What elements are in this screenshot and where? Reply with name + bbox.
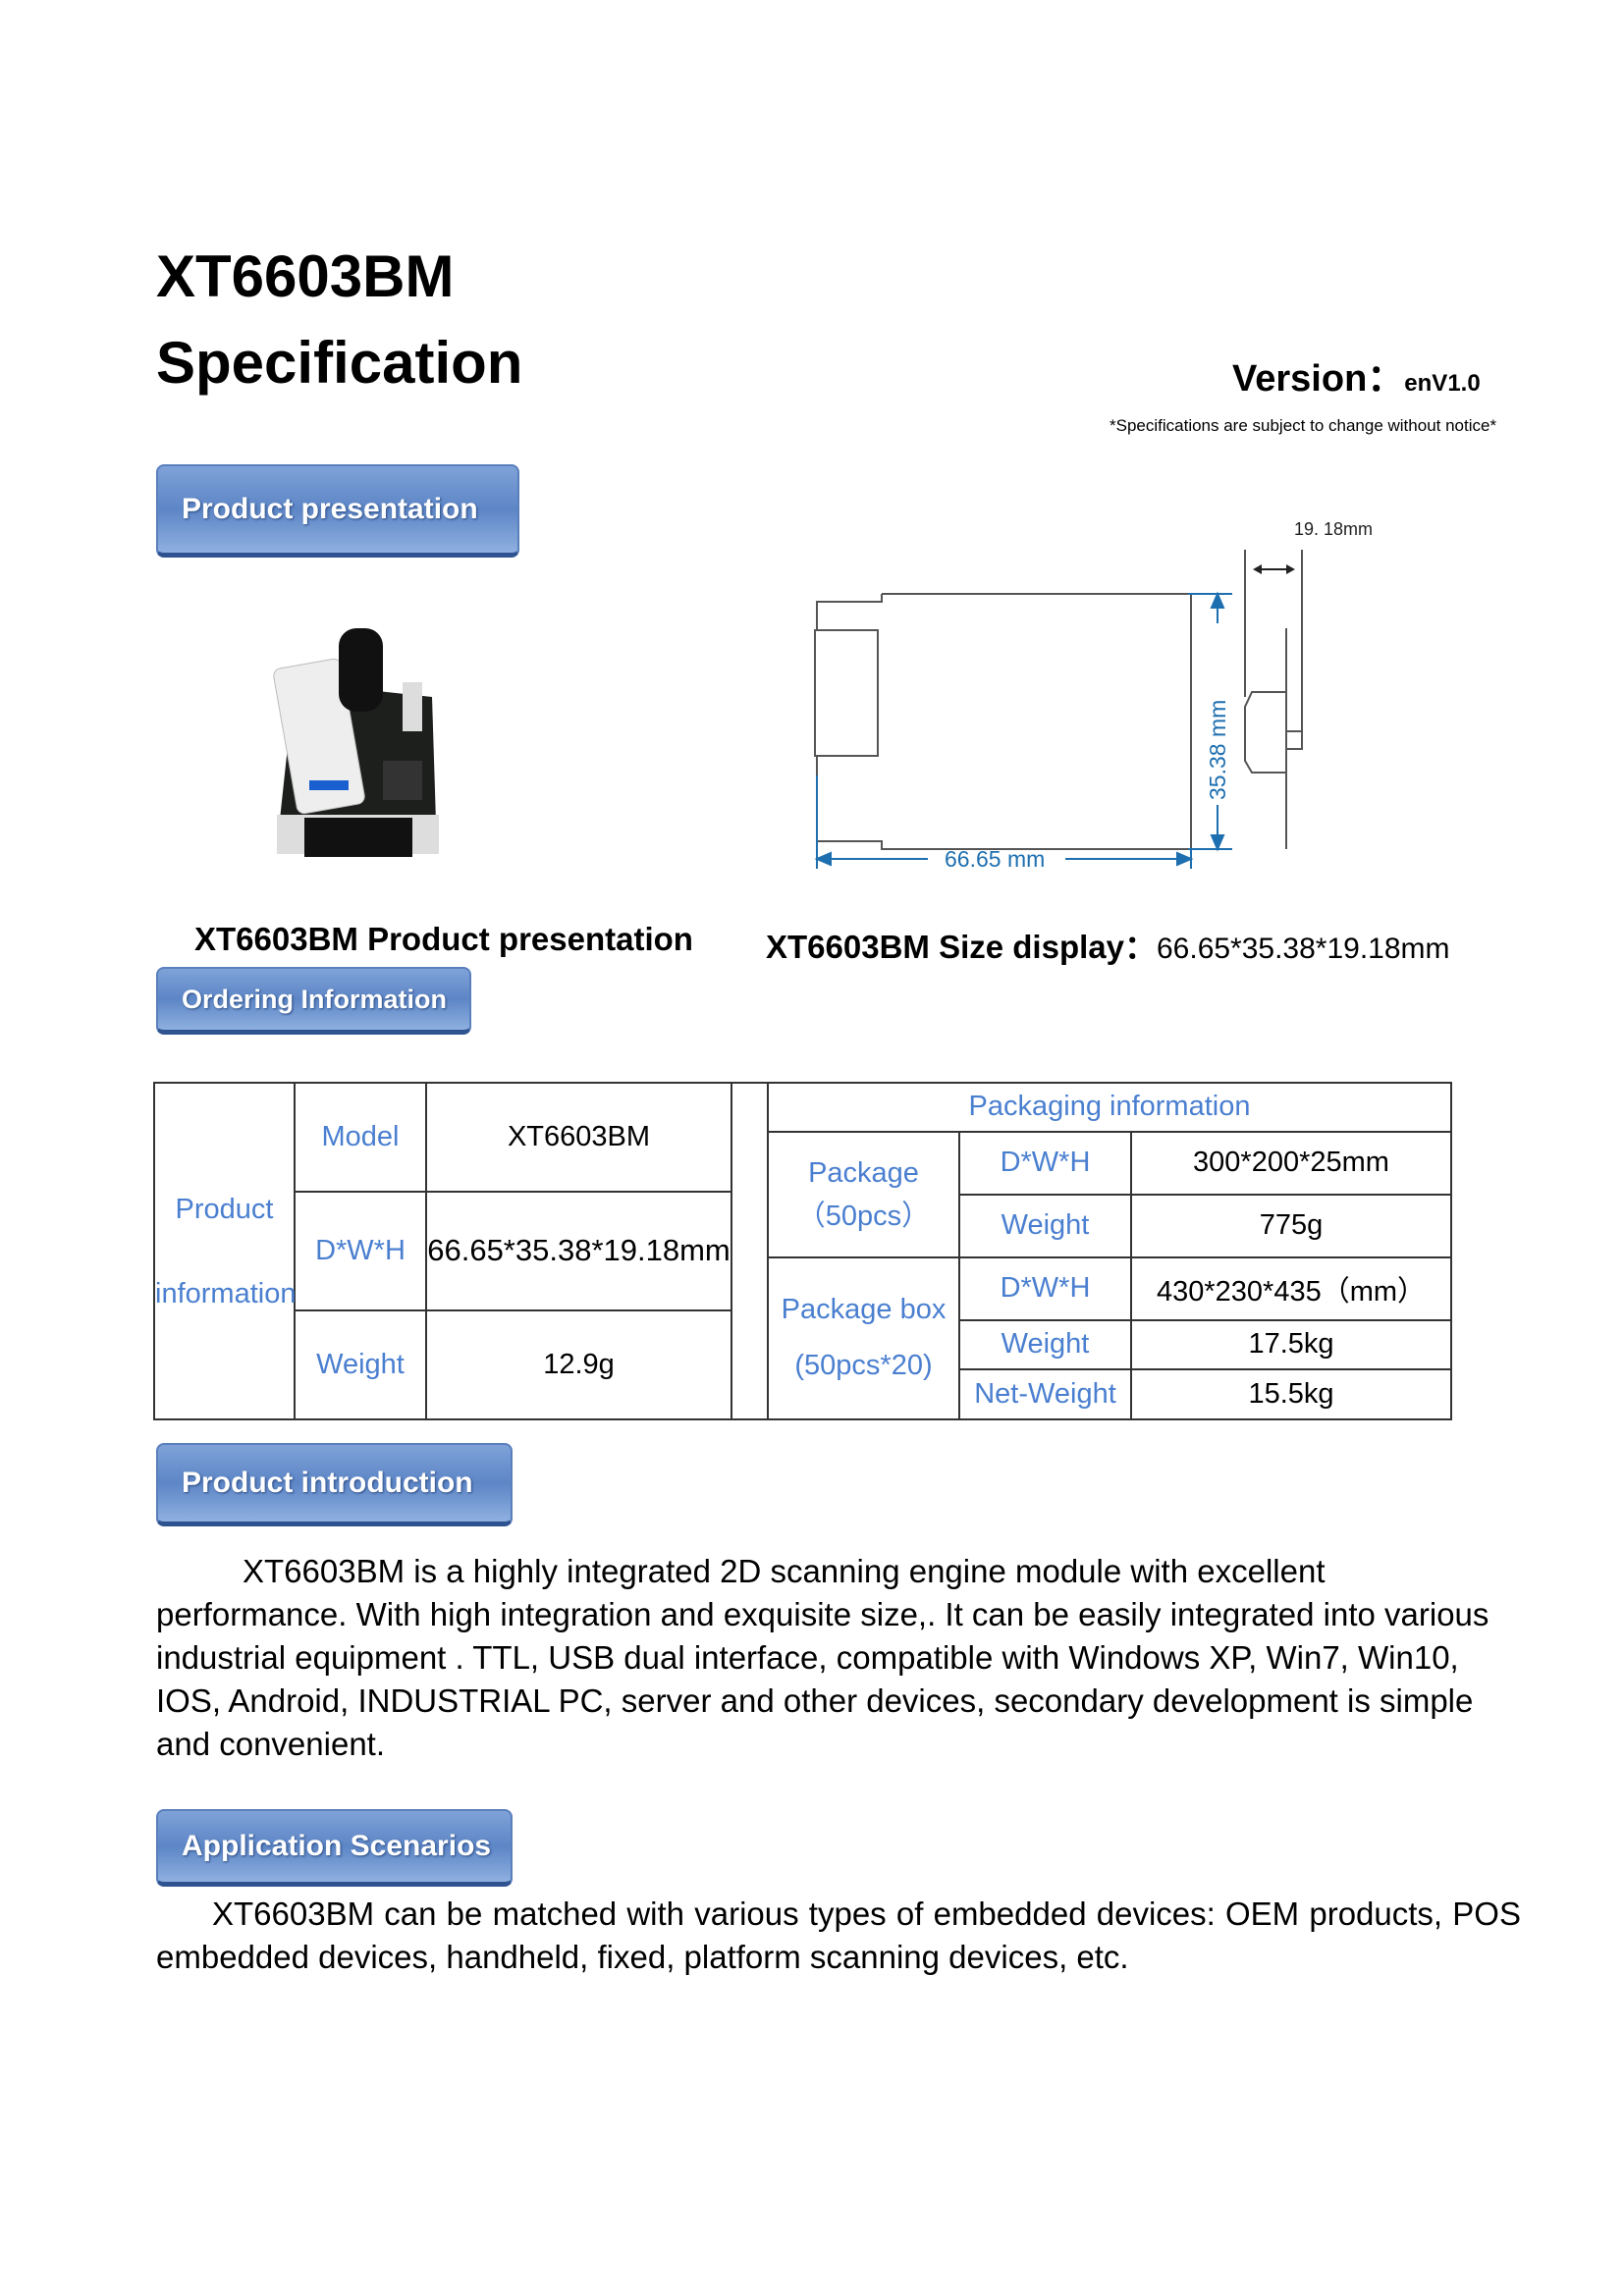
group-line2: information bbox=[155, 1277, 297, 1309]
row-label: Model bbox=[294, 1081, 427, 1194]
row-label: D*W*H bbox=[958, 1255, 1132, 1321]
product-info-group: Product information bbox=[153, 1082, 297, 1420]
section-ordering: Ordering Information bbox=[156, 967, 471, 1035]
row-value: 430*230*435（mm） bbox=[1129, 1255, 1453, 1321]
table-gap bbox=[730, 1082, 767, 1420]
size-caption: XT6603BM Size display：66.65*35.38*19.18m… bbox=[766, 921, 1450, 968]
row-label: Weight bbox=[958, 1318, 1132, 1371]
box-qty: (50pcs*20) bbox=[794, 1350, 933, 1382]
notice: *Specifications are subject to change wi… bbox=[1110, 416, 1497, 435]
row-label: Weight bbox=[958, 1193, 1132, 1258]
row-value: 66.65*35.38*19.18mm bbox=[425, 1191, 732, 1311]
size-drawing: 66.65 mm 35.38 mm 19. 18mm bbox=[814, 519, 1373, 872]
row-label: D*W*H bbox=[294, 1191, 427, 1311]
box-name: Package box bbox=[781, 1294, 947, 1326]
row-value: 15.5kg bbox=[1129, 1368, 1453, 1420]
row-value: 17.5kg bbox=[1129, 1318, 1453, 1371]
width-dimension: 66.65 mm bbox=[945, 846, 1045, 872]
row-label: Net-Weight bbox=[958, 1368, 1132, 1420]
row-value: XT6603BM bbox=[425, 1081, 732, 1194]
table-row: Packaging information bbox=[766, 1082, 1453, 1133]
section-applications: Application Scenarios bbox=[156, 1809, 513, 1887]
packaging-header: Packaging information bbox=[766, 1082, 1453, 1133]
section-introduction: Product introduction bbox=[156, 1443, 513, 1526]
table-row: Product information Model XT6603BM bbox=[153, 1081, 732, 1420]
table-row: Package （50pcs） D*W*H 300*200*25mm bbox=[767, 1130, 1453, 1258]
package-group: Package （50pcs） bbox=[767, 1130, 960, 1258]
version-label: Version： bbox=[1232, 358, 1405, 400]
row-value: 300*200*25mm bbox=[1129, 1130, 1453, 1196]
package-name: Package bbox=[808, 1156, 919, 1189]
packaging-table: Packaging information Package （50pcs） D*W… bbox=[766, 1082, 1453, 1421]
row-value: 12.9g bbox=[425, 1308, 732, 1421]
product-photo bbox=[273, 628, 439, 857]
size-caption-value: 66.65*35.38*19.18mm bbox=[1156, 933, 1450, 965]
box-group: Package box (50pcs*20) bbox=[767, 1255, 960, 1421]
introduction-text: XT6603BM is a highly integrated 2D scann… bbox=[156, 1553, 1489, 1762]
version: Version：enV1.0 bbox=[1232, 347, 1481, 401]
table-row: Package box (50pcs*20) D*W*H 430*230*435（… bbox=[767, 1255, 1453, 1421]
product-info-table: Product information Model XT6603BM D*W*H … bbox=[153, 1081, 732, 1421]
applications-text: XT6603BM can be matched with various typ… bbox=[156, 1896, 1521, 1975]
group-line1: Product bbox=[175, 1193, 274, 1225]
photo-caption: XT6603BM Product presentation bbox=[194, 921, 693, 957]
package-qty: （50pcs） bbox=[796, 1200, 931, 1232]
row-label: D*W*H bbox=[958, 1130, 1132, 1196]
version-value: enV1.0 bbox=[1404, 370, 1481, 397]
section-product-presentation: Product presentation bbox=[156, 464, 519, 558]
doc-subtitle: Specification bbox=[156, 330, 523, 396]
row-label: Weight bbox=[294, 1308, 427, 1421]
doc-title: XT6603BM bbox=[156, 243, 455, 309]
size-caption-label: XT6603BM Size display： bbox=[766, 929, 1157, 965]
height-dimension: 35.38 mm bbox=[1205, 700, 1230, 800]
depth-dimension: 19. 18mm bbox=[1294, 519, 1373, 539]
row-value: 775g bbox=[1129, 1193, 1453, 1258]
